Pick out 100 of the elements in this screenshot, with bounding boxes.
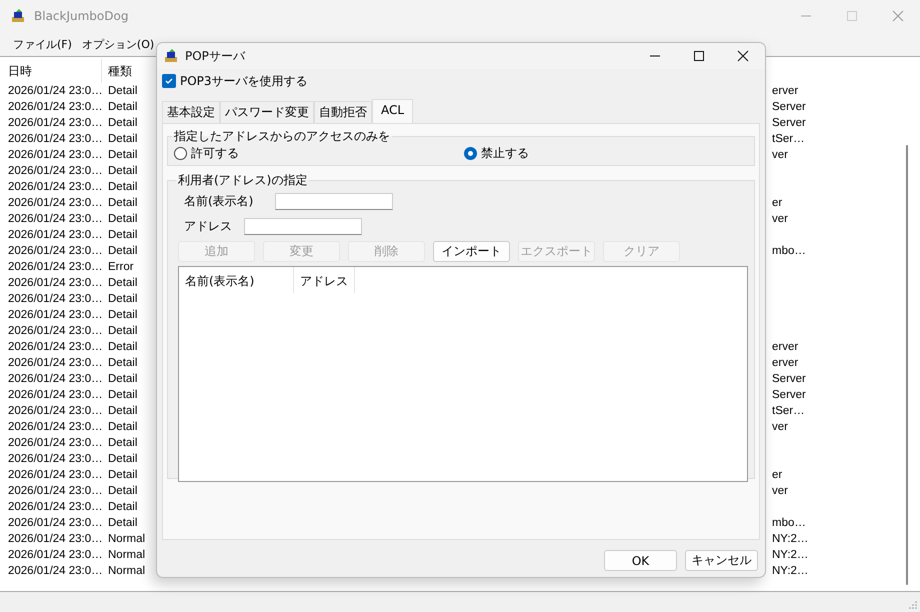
table-cell: Server — [772, 101, 806, 113]
table-cell-text: Error — [108, 261, 135, 273]
table-cell: erver — [772, 357, 798, 369]
table-cell: 2026/01/24 23:0… — [8, 325, 102, 337]
address-field[interactable] — [244, 218, 362, 235]
tab[interactable]: ACL — [372, 99, 414, 123]
checkbox[interactable] — [162, 74, 176, 88]
column-header[interactable]: 種類 — [100, 62, 132, 80]
table-cell: er — [772, 197, 782, 209]
table-cell: 2026/01/24 23:0… — [8, 485, 102, 497]
radio-label: 許可する — [191, 145, 239, 162]
table-cell: 2026/01/24 23:0… — [8, 357, 102, 369]
table-cell-text: Detail — [108, 341, 138, 353]
table-cell: 2026/01/24 23:0… — [8, 389, 102, 401]
table-cell: 2026/01/24 23:0… — [8, 453, 102, 465]
table-cell: 2026/01/24 23:0… — [8, 101, 102, 113]
table-cell: ver — [772, 421, 788, 433]
computer-icon — [10, 8, 26, 24]
column-header[interactable]: 日時 — [0, 62, 100, 80]
table-cell-text: Detail — [108, 469, 138, 481]
table-cell: Server — [772, 117, 806, 129]
table-cell: 2026/01/24 23:0… — [8, 133, 102, 145]
dialog-button[interactable]: OK — [604, 550, 677, 571]
table-cell: 2026/01/24 23:0… — [8, 405, 102, 417]
table-cell: erver — [772, 341, 798, 353]
maximize-icon[interactable] — [693, 50, 705, 62]
table-cell-text: Normal — [108, 549, 146, 561]
field-label: アドレス — [183, 218, 232, 235]
table-cell: er — [772, 469, 782, 481]
checkbox-label: POP3サーバを使用する — [180, 72, 308, 90]
table-cell-text: Detail — [108, 165, 138, 177]
name-field[interactable] — [275, 193, 394, 210]
table-cell-text: Detail — [108, 181, 138, 193]
table-cell-text: Detail — [108, 453, 138, 465]
table-cell-text: Detail — [108, 213, 138, 225]
table-cell: ver — [772, 213, 788, 225]
table-cell: 2026/01/24 23:0… — [8, 309, 102, 321]
table-cell-text: Detail — [108, 277, 138, 289]
table-cell-text: Detail — [108, 293, 138, 305]
table-cell-text: Detail — [108, 405, 138, 417]
table-cell-text: Detail — [108, 421, 138, 433]
radio-button[interactable] — [174, 147, 187, 160]
column-header[interactable]: 名前(表示名) — [179, 267, 294, 293]
table-cell: 2026/01/24 23:0… — [8, 533, 102, 545]
table-cell-text: Detail — [108, 325, 138, 337]
table-cell: Server — [772, 373, 806, 385]
table-cell-text: Detail — [108, 389, 138, 401]
resize-grip-icon[interactable] — [909, 601, 917, 609]
radio-label: 禁止する — [481, 145, 529, 162]
table-cell: 2026/01/24 23:0… — [8, 277, 102, 289]
table-cell: 2026/01/24 23:0… — [8, 213, 102, 225]
table-cell-text: Normal — [108, 533, 146, 545]
table-cell: ver — [772, 485, 788, 497]
close-icon[interactable] — [737, 50, 749, 62]
table-cell: NY:2… — [772, 549, 808, 561]
column-header[interactable]: アドレス — [294, 267, 355, 293]
table-cell: NY:2… — [772, 533, 808, 545]
scrollbar[interactable] — [906, 145, 908, 585]
table-cell: 2026/01/24 23:0… — [8, 197, 102, 209]
table-cell-text: Detail — [108, 197, 138, 209]
table-cell: 2026/01/24 23:0… — [8, 373, 102, 385]
table-cell: 2026/01/24 23:0… — [8, 341, 102, 353]
table-cell: 2026/01/24 23:0… — [8, 85, 102, 97]
field-label: 名前(表示名) — [183, 193, 254, 210]
menu-item[interactable]: ファイル(F) — [8, 34, 77, 54]
table-cell-text: Normal — [108, 565, 146, 577]
computer-icon — [163, 48, 179, 64]
tab[interactable]: パスワード変更 — [220, 101, 314, 123]
table-cell: 2026/01/24 23:0… — [8, 565, 102, 577]
group-title: 指定したアドレスからのアクセスのみを — [173, 128, 391, 145]
table-cell: 2026/01/24 23:0… — [8, 165, 102, 177]
table-cell: 2026/01/24 23:0… — [8, 421, 102, 433]
window-title: BlackJumboDog — [34, 9, 128, 23]
table-cell: 2026/01/24 23:0… — [8, 293, 102, 305]
table-cell: tSer… — [772, 405, 805, 417]
table-cell: 2026/01/24 23:0… — [8, 261, 102, 273]
table-cell-text: Detail — [108, 309, 138, 321]
table-cell-text: Detail — [108, 117, 138, 129]
table-cell: 2026/01/24 23:0… — [8, 517, 102, 529]
dialog-button[interactable]: キャンセル — [685, 550, 758, 571]
table-cell: 2026/01/24 23:0… — [8, 549, 102, 561]
table-cell-text: Detail — [108, 133, 138, 145]
action-button[interactable]: インポート — [433, 241, 510, 262]
table-cell: tSer… — [772, 133, 805, 145]
table-cell-text: Detail — [108, 357, 138, 369]
table-cell-text: Detail — [108, 245, 138, 257]
menu-item[interactable]: オプション(O) — [76, 34, 160, 54]
table-cell-text: Detail — [108, 437, 138, 449]
table-cell: 2026/01/24 23:0… — [8, 181, 102, 193]
table-cell: 2026/01/24 23:0… — [8, 501, 102, 513]
table-cell-text: Detail — [108, 101, 138, 113]
tab[interactable]: 基本設定 — [162, 101, 220, 123]
table-cell-text: Detail — [108, 149, 138, 161]
tab[interactable]: 自動拒否 — [314, 101, 372, 123]
checkmark-icon — [164, 76, 174, 86]
radio-button[interactable] — [464, 147, 477, 160]
table-cell: 2026/01/24 23:0… — [8, 245, 102, 257]
table-cell-text: Detail — [108, 373, 138, 385]
table-cell: 2026/01/24 23:0… — [8, 437, 102, 449]
table-cell-text: Detail — [108, 517, 138, 529]
